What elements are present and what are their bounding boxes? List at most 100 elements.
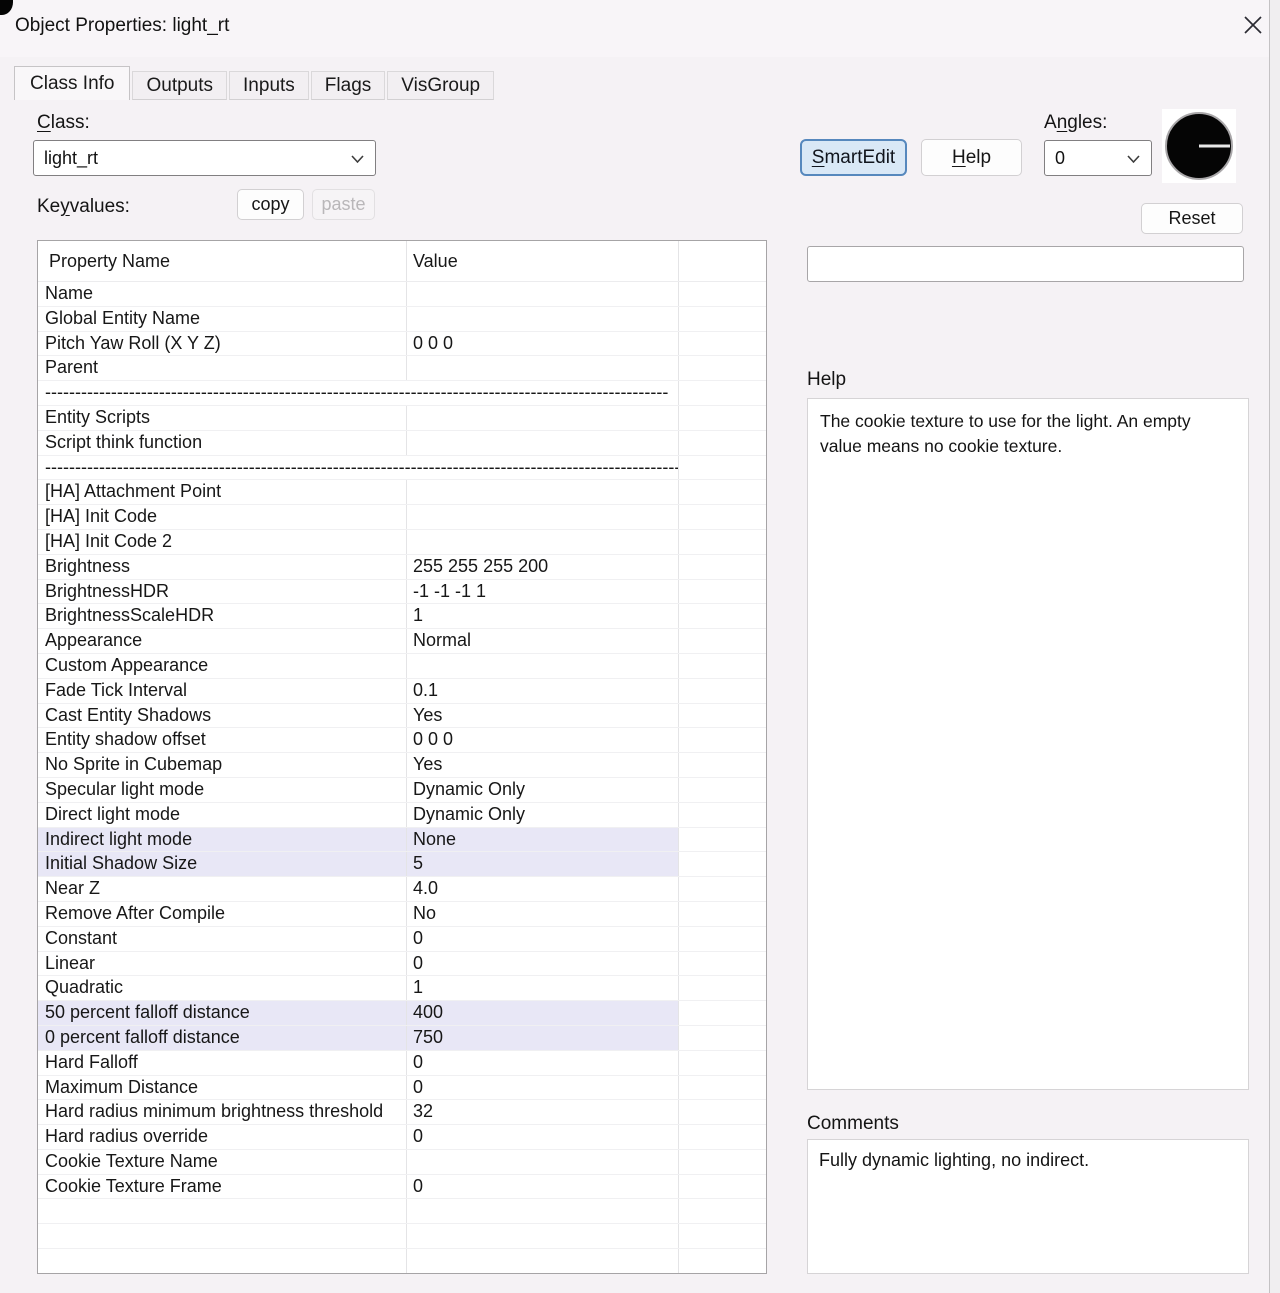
table-row[interactable]: Parent xyxy=(38,356,766,381)
table-row[interactable]: Hard Falloff0 xyxy=(38,1051,766,1076)
paste-button: paste xyxy=(312,189,375,220)
help-button[interactable]: Help xyxy=(921,139,1022,176)
property-name-cell: Hard radius minimum brightness threshold xyxy=(38,1100,407,1124)
reset-button[interactable]: Reset xyxy=(1141,203,1243,234)
angle-indicator[interactable] xyxy=(1162,109,1236,183)
table-row[interactable]: Entity Scripts xyxy=(38,406,766,431)
table-row[interactable]: Global Entity Name xyxy=(38,307,766,332)
row-extra-cell xyxy=(679,1125,766,1149)
table-row[interactable]: AppearanceNormal xyxy=(38,629,766,654)
row-extra-cell xyxy=(679,976,766,1000)
close-button[interactable] xyxy=(1238,12,1268,42)
table-row[interactable]: Remove After CompileNo xyxy=(38,902,766,927)
property-value-cell xyxy=(407,406,679,430)
table-row[interactable]: Script think function xyxy=(38,431,766,456)
smartedit-button[interactable]: SmartEdit xyxy=(800,139,907,176)
angles-label: Angles: xyxy=(1044,112,1107,134)
property-name-cell xyxy=(38,1199,407,1223)
table-row[interactable]: Quadratic1 xyxy=(38,976,766,1001)
table-row[interactable]: BrightnessHDR-1 -1 -1 1 xyxy=(38,580,766,605)
property-name-cell: Quadratic xyxy=(38,976,407,1000)
property-value-cell xyxy=(407,654,679,678)
row-extra-cell xyxy=(679,1051,766,1075)
table-row[interactable]: Name xyxy=(38,282,766,307)
table-row[interactable]: Linear0 xyxy=(38,952,766,977)
value-edit-field[interactable] xyxy=(807,246,1244,282)
table-row[interactable]: Maximum Distance0 xyxy=(38,1076,766,1101)
table-row[interactable]: Direct light modeDynamic Only xyxy=(38,803,766,828)
property-name-cell: Near Z xyxy=(38,877,407,901)
table-row[interactable]: [HA] Init Code 2 xyxy=(38,530,766,555)
table-row[interactable]: No Sprite in CubemapYes xyxy=(38,753,766,778)
table-separator-row[interactable]: ----------------------------------------… xyxy=(38,456,766,481)
tab-label: Inputs xyxy=(243,75,295,97)
tab-class-info[interactable]: Class Info xyxy=(14,66,130,100)
property-value-cell: Dynamic Only xyxy=(407,803,679,827)
property-name-cell: Parent xyxy=(38,356,407,380)
property-value-cell: Normal xyxy=(407,629,679,653)
row-extra-cell xyxy=(679,332,766,356)
row-extra-cell xyxy=(679,431,766,455)
property-name-cell: [HA] Init Code 2 xyxy=(38,530,407,554)
row-extra-cell xyxy=(679,952,766,976)
copy-button[interactable]: copy xyxy=(237,189,304,220)
table-row[interactable]: 0 percent falloff distance750 xyxy=(38,1026,766,1051)
class-combobox[interactable]: light_rt xyxy=(33,140,376,176)
table-row[interactable] xyxy=(38,1199,766,1224)
tab-inputs[interactable]: Inputs xyxy=(229,71,309,100)
row-extra-cell xyxy=(679,1001,766,1025)
property-value-cell xyxy=(407,431,679,455)
tab-flags[interactable]: Flags xyxy=(311,71,385,100)
row-extra-cell xyxy=(679,927,766,951)
table-separator-row[interactable]: ----------------------------------------… xyxy=(38,381,766,406)
table-row[interactable] xyxy=(38,1249,766,1274)
table-row[interactable]: Fade Tick Interval0.1 xyxy=(38,679,766,704)
table-row[interactable]: Hard radius minimum brightness threshold… xyxy=(38,1100,766,1125)
table-row[interactable]: Constant0 xyxy=(38,927,766,952)
property-name-cell: Cast Entity Shadows xyxy=(38,704,407,728)
property-name-cell: [HA] Attachment Point xyxy=(38,480,407,504)
table-row[interactable]: Custom Appearance xyxy=(38,654,766,679)
property-name-cell: Hard Falloff xyxy=(38,1051,407,1075)
table-row[interactable]: Cookie Texture Name xyxy=(38,1150,766,1175)
property-value-cell: None xyxy=(407,828,679,852)
table-row[interactable]: Entity shadow offset0 0 0 xyxy=(38,728,766,753)
property-value-cell: 4.0 xyxy=(407,877,679,901)
property-name-cell: Indirect light mode xyxy=(38,828,407,852)
row-extra-cell xyxy=(679,1175,766,1199)
row-extra-cell xyxy=(679,778,766,802)
angles-combobox[interactable]: 0 xyxy=(1044,140,1152,176)
table-row[interactable]: BrightnessScaleHDR1 xyxy=(38,604,766,629)
table-row[interactable]: Hard radius override0 xyxy=(38,1125,766,1150)
smartedit-button-label: SmartEdit xyxy=(812,147,895,169)
table-row[interactable] xyxy=(38,1224,766,1249)
tab-visgroup[interactable]: VisGroup xyxy=(387,71,494,100)
property-name-cell: Direct light mode xyxy=(38,803,407,827)
property-value-cell xyxy=(407,480,679,504)
row-extra-cell xyxy=(679,456,766,480)
table-row[interactable]: Cast Entity ShadowsYes xyxy=(38,704,766,729)
separator-dashes: ----------------------------------------… xyxy=(38,381,679,405)
property-name-cell: Remove After Compile xyxy=(38,902,407,926)
property-value-cell xyxy=(407,505,679,529)
tab-outputs[interactable]: Outputs xyxy=(132,71,227,100)
table-row[interactable]: 50 percent falloff distance400 xyxy=(38,1001,766,1026)
table-row[interactable]: Indirect light modeNone xyxy=(38,828,766,853)
row-extra-cell xyxy=(679,406,766,430)
table-row[interactable]: Initial Shadow Size5 xyxy=(38,852,766,877)
table-row[interactable]: [HA] Attachment Point xyxy=(38,480,766,505)
table-row[interactable]: Brightness255 255 255 200 xyxy=(38,555,766,580)
property-name-cell xyxy=(38,1224,407,1248)
table-row[interactable]: Cookie Texture Frame0 xyxy=(38,1175,766,1200)
row-extra-cell xyxy=(679,480,766,504)
row-extra-cell xyxy=(679,530,766,554)
property-value-cell xyxy=(407,1150,679,1174)
comments-box[interactable]: Fully dynamic lighting, no indirect. xyxy=(807,1139,1249,1274)
property-value-cell: 0.1 xyxy=(407,679,679,703)
table-row[interactable]: [HA] Init Code xyxy=(38,505,766,530)
row-extra-cell xyxy=(679,902,766,926)
table-row[interactable]: Pitch Yaw Roll (X Y Z)0 0 0 xyxy=(38,332,766,357)
table-row[interactable]: Near Z4.0 xyxy=(38,877,766,902)
property-name-cell: Fade Tick Interval xyxy=(38,679,407,703)
table-row[interactable]: Specular light modeDynamic Only xyxy=(38,778,766,803)
